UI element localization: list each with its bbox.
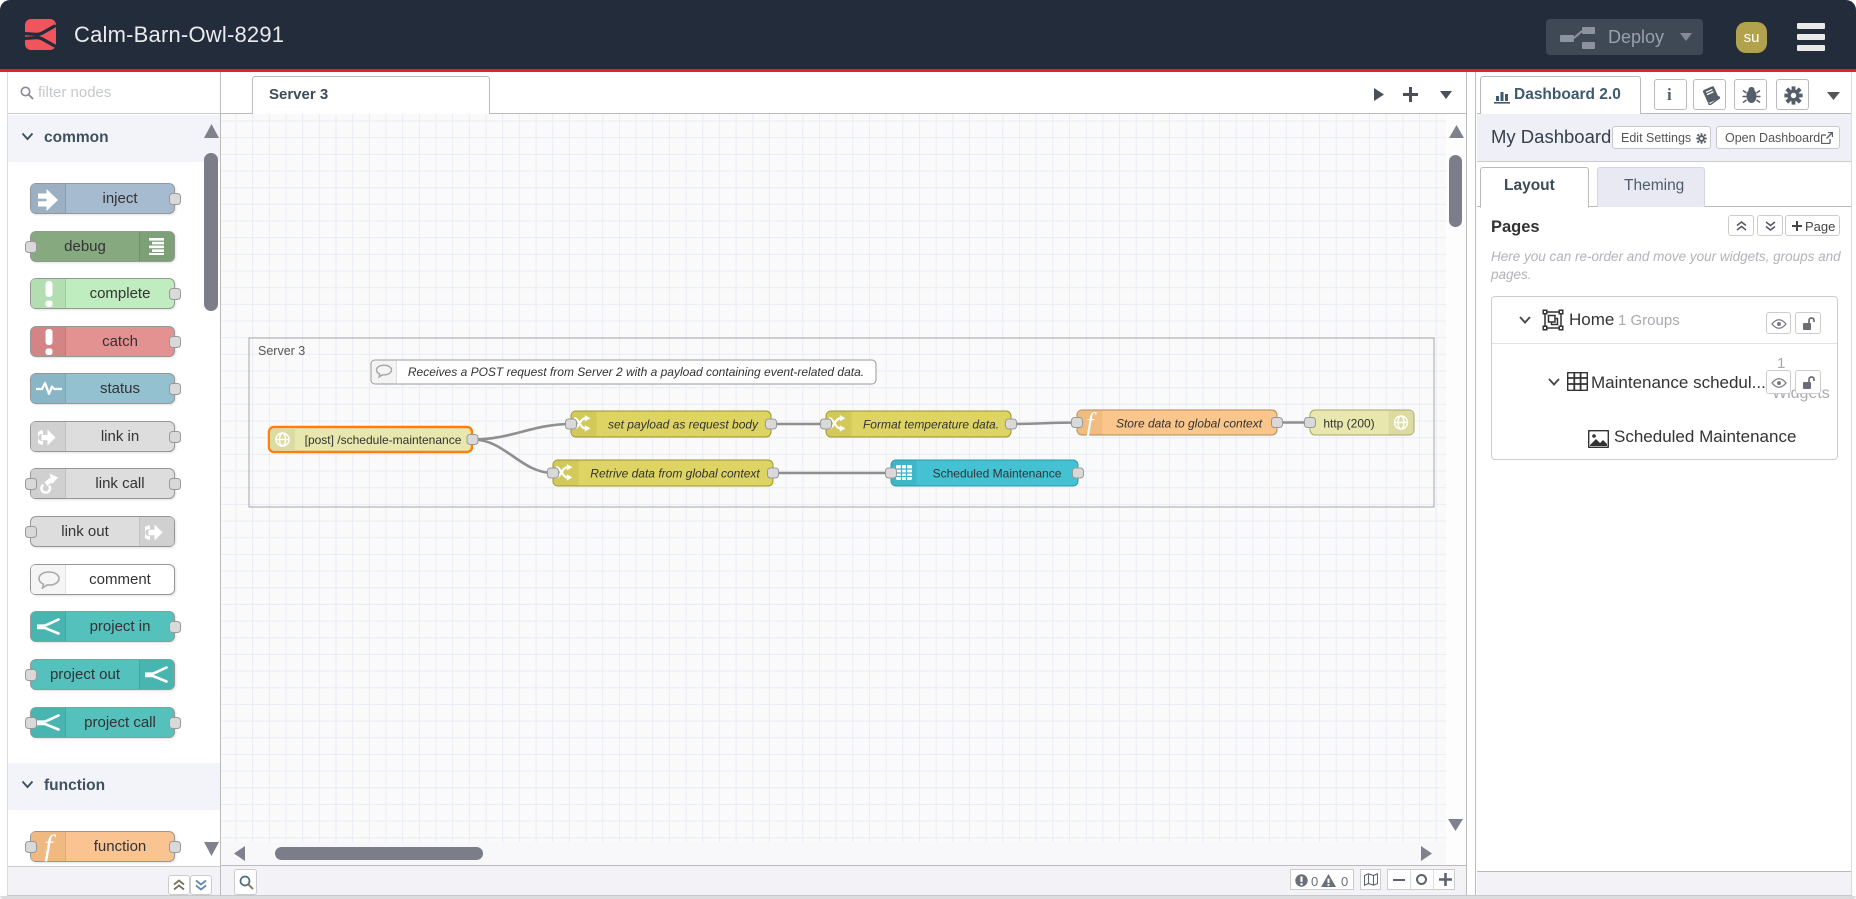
svg-text:http (200): http (200) <box>1323 416 1374 430</box>
svg-text:Receives a POST request from S: Receives a POST request from Server 2 wi… <box>408 365 864 379</box>
svg-text:set payload as request body: set payload as request body <box>608 417 759 431</box>
svg-text:Scheduled Maintenance: Scheduled Maintenance <box>933 466 1062 480</box>
svg-text:[post] /schedule-maintenance: [post] /schedule-maintenance <box>305 433 462 447</box>
svg-text:Retrive data from global conte: Retrive data from global context <box>590 466 760 480</box>
svg-text:Server 3: Server 3 <box>258 344 305 358</box>
svg-text:Store data to global context: Store data to global context <box>1116 416 1263 430</box>
svg-text:Format temperature data.: Format temperature data. <box>863 417 999 431</box>
